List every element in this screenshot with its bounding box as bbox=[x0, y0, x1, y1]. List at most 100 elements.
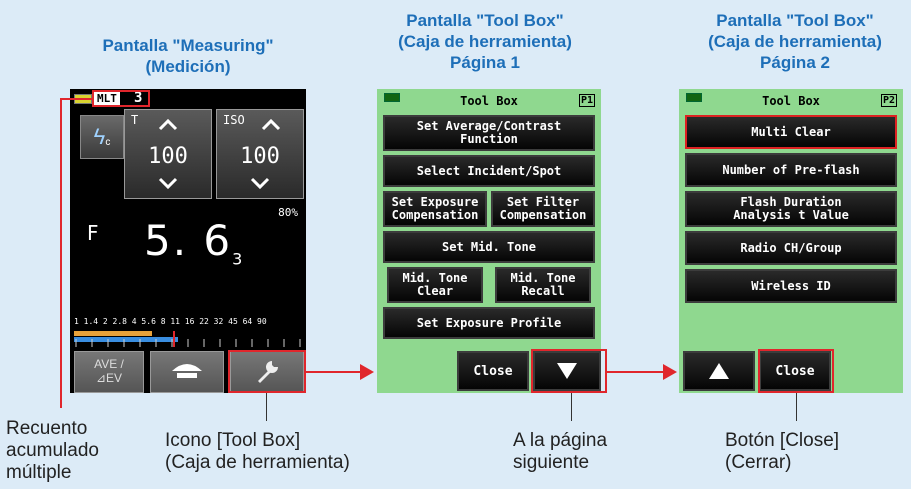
select-incident-spot-button[interactable]: Select Incident/Spot bbox=[383, 155, 595, 187]
button-label: Number of Pre-flash bbox=[722, 162, 860, 177]
flash-duration-button[interactable]: Flash Duration Analysis t Value bbox=[685, 191, 897, 227]
arrow-right-icon bbox=[360, 364, 374, 380]
toolbox-title: Tool Box bbox=[460, 94, 518, 108]
iso-value: 100 bbox=[240, 144, 280, 169]
t-value: 100 bbox=[148, 144, 188, 169]
button-label: Multi Clear bbox=[751, 124, 831, 139]
close-button-highlight bbox=[758, 349, 834, 393]
title-line: Página 2 bbox=[760, 53, 830, 72]
measuring-screen-title: Pantalla "Measuring" (Medición) bbox=[70, 35, 306, 77]
caption-toolbox-icon: Icono [Tool Box] (Caja de herramienta) bbox=[165, 430, 350, 474]
set-exposure-compensation-button[interactable]: Set Exposure Compensation bbox=[383, 191, 487, 227]
set-exposure-profile-button[interactable]: Set Exposure Profile bbox=[383, 307, 595, 339]
button-label: Set Mid. Tone bbox=[442, 239, 536, 254]
mlt-callout-line bbox=[60, 98, 62, 408]
title-line: (Medición) bbox=[145, 57, 231, 76]
button-label: Wireless ID bbox=[751, 278, 831, 293]
title-line: Pantalla "Tool Box" bbox=[406, 11, 564, 30]
toolbox2-screen-title: Pantalla "Tool Box" (Caja de herramienta… bbox=[680, 10, 910, 73]
f-value: 5. 63 bbox=[144, 216, 244, 268]
percent-readout: 80% bbox=[278, 206, 298, 219]
previous-page-button[interactable] bbox=[683, 351, 755, 391]
mlt-callout-line bbox=[60, 98, 92, 100]
button-label: Radio CH/Group bbox=[740, 240, 842, 255]
title-line: Pantalla "Tool Box" bbox=[716, 11, 874, 30]
button-label: Set Average/Contrast Function bbox=[416, 119, 562, 146]
set-mid-tone-button[interactable]: Set Mid. Tone bbox=[383, 231, 595, 263]
set-average-contrast-button[interactable]: Set Average/Contrast Function bbox=[383, 115, 595, 151]
ave-ev-button[interactable]: AVE / ⊿EV bbox=[74, 351, 144, 393]
chevron-down-icon[interactable] bbox=[157, 172, 179, 194]
button-label: Close bbox=[473, 363, 513, 379]
set-filter-compensation-button[interactable]: Set Filter Compensation bbox=[491, 191, 595, 227]
t-label: T bbox=[131, 113, 139, 127]
ave-label: AVE / bbox=[94, 357, 124, 371]
button-label: Set Filter Compensation bbox=[499, 195, 587, 222]
chevron-up-icon[interactable] bbox=[157, 114, 179, 136]
arrow-line bbox=[306, 371, 362, 373]
toolbox1-screen-title: Pantalla "Tool Box" (Caja de herramienta… bbox=[370, 10, 600, 73]
ev-label: ⊿EV bbox=[95, 371, 123, 385]
flash-icon: ϟ bbox=[93, 124, 106, 149]
toolbox-icon-highlight bbox=[228, 350, 306, 393]
caption-line: Botón [Close] bbox=[725, 430, 840, 451]
button-label: Mid. Tone Clear bbox=[402, 271, 468, 298]
chevron-down-icon[interactable] bbox=[249, 172, 271, 194]
f-number: 5. 6 bbox=[144, 216, 233, 265]
button-label: Mid. Tone Recall bbox=[510, 271, 576, 298]
title-line: Página 1 bbox=[450, 53, 520, 72]
mid-tone-clear-button[interactable]: Mid. Tone Clear bbox=[387, 267, 483, 303]
f-label: F bbox=[87, 221, 99, 245]
button-label: Set Exposure Compensation bbox=[391, 195, 479, 222]
caption-line: Icono [Tool Box] bbox=[165, 430, 301, 451]
multi-clear-button[interactable]: Multi Clear bbox=[685, 115, 897, 149]
mlt-highlight bbox=[92, 90, 150, 107]
callout-line bbox=[571, 393, 572, 421]
iso-box[interactable]: ISO 100 bbox=[216, 109, 304, 199]
button-label: Select Incident/Spot bbox=[416, 163, 562, 178]
caption-next-page: A la página siguiente bbox=[513, 430, 607, 474]
number-of-preflash-button[interactable]: Number of Pre-flash bbox=[685, 153, 897, 187]
callout-line bbox=[796, 393, 797, 421]
toolbox-page1: Tool Box P1 Set Average/Contrast Functio… bbox=[377, 89, 601, 393]
caption-close-button: Botón [Close] (Cerrar) bbox=[725, 430, 839, 474]
iso-label: ISO bbox=[223, 113, 245, 127]
close-button[interactable]: Close bbox=[457, 351, 529, 391]
toolbox-header: Tool Box P2 bbox=[679, 89, 903, 111]
flash-c-icon: c bbox=[105, 136, 111, 148]
radio-ch-group-button[interactable]: Radio CH/Group bbox=[685, 231, 897, 265]
title-line: Pantalla "Measuring" bbox=[102, 36, 274, 55]
chevron-up-icon[interactable] bbox=[260, 114, 282, 136]
caption-line: múltiple bbox=[6, 462, 72, 483]
aperture-ticks bbox=[74, 331, 301, 347]
toolbox-page2: Tool Box P2 Multi Clear Number of Pre-fl… bbox=[679, 89, 903, 393]
incident-icon bbox=[172, 364, 202, 378]
button-label: Flash Duration Analysis t Value bbox=[733, 195, 849, 222]
f-subdivision: 3 bbox=[232, 249, 245, 269]
caption-line: acumulado bbox=[6, 440, 99, 461]
toolbox-header: Tool Box P1 bbox=[377, 89, 601, 111]
shutter-speed-box[interactable]: T 100 bbox=[124, 109, 212, 199]
arrow-right-icon bbox=[663, 364, 677, 380]
button-label: Set Exposure Profile bbox=[416, 315, 562, 330]
page-indicator: P2 bbox=[880, 94, 897, 107]
caption-line: siguiente bbox=[513, 452, 590, 473]
aperture-scale: 1 1.4 2 2.8 4 5.6 8 11 16 22 32 45 64 90 bbox=[74, 317, 267, 326]
title-line: (Caja de herramienta) bbox=[708, 32, 882, 51]
caption-line: (Caja de herramienta) bbox=[165, 452, 350, 473]
triangle-up-icon bbox=[709, 363, 729, 379]
title-line: (Caja de herramienta) bbox=[398, 32, 572, 51]
page-indicator: P1 bbox=[578, 94, 595, 107]
caption-line: A la página bbox=[513, 430, 608, 451]
measuring-screen: MLT 3 ϟc T 100 ISO 100 80% F 5. 63 1 1.4… bbox=[70, 89, 306, 393]
next-page-highlight bbox=[531, 349, 607, 393]
mid-tone-recall-button[interactable]: Mid. Tone Recall bbox=[495, 267, 591, 303]
incident-button[interactable] bbox=[150, 351, 224, 393]
toolbox-title: Tool Box bbox=[762, 94, 820, 108]
caption-line: (Cerrar) bbox=[725, 452, 792, 473]
callout-line bbox=[266, 393, 267, 421]
caption-multi-count: Recuento acumulado múltiple bbox=[6, 418, 99, 484]
flash-mode-button[interactable]: ϟc bbox=[80, 115, 124, 159]
arrow-line bbox=[607, 371, 665, 373]
wireless-id-button[interactable]: Wireless ID bbox=[685, 269, 897, 303]
